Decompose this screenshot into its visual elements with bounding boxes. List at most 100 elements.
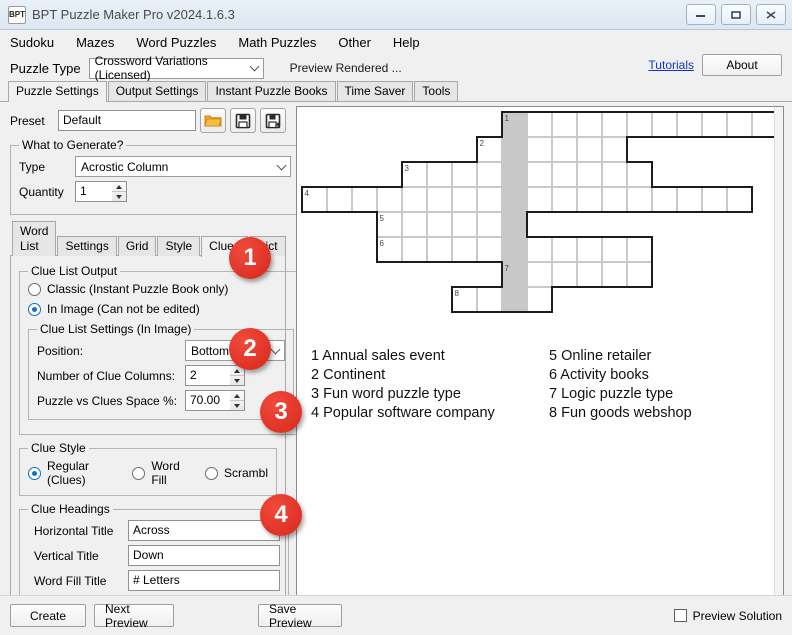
type-combo[interactable]: Acrostic Column bbox=[75, 156, 291, 177]
spin-down-icon[interactable] bbox=[230, 376, 244, 385]
crossword-cell[interactable] bbox=[527, 262, 552, 287]
menu-item-word-puzzles[interactable]: Word Puzzles bbox=[136, 35, 216, 50]
crossword-cell[interactable] bbox=[577, 262, 602, 287]
crossword-cell[interactable] bbox=[427, 162, 452, 187]
preview-solution-checkbox[interactable] bbox=[673, 609, 687, 622]
crossword-cell[interactable] bbox=[602, 187, 627, 212]
crossword-cell[interactable] bbox=[477, 287, 502, 312]
menu-item-other[interactable]: Other bbox=[338, 35, 371, 50]
crossword-cell[interactable] bbox=[552, 162, 577, 187]
crossword-cell[interactable] bbox=[677, 187, 702, 212]
puzzle-type-combo[interactable]: Crossword Variations (Licensed) bbox=[88, 54, 264, 82]
crossword-cell[interactable] bbox=[727, 112, 752, 137]
radio-scrambled[interactable]: Scrambl bbox=[204, 466, 268, 480]
subtab-word-list[interactable]: Word List bbox=[12, 221, 57, 256]
menu-item-sudoku[interactable]: Sudoku bbox=[10, 35, 54, 50]
subtab-grid[interactable]: Grid bbox=[117, 236, 157, 256]
crossword-cell[interactable] bbox=[452, 162, 477, 187]
crossword-cell[interactable] bbox=[327, 187, 352, 212]
crossword-cell[interactable] bbox=[652, 187, 677, 212]
crossword-cell[interactable] bbox=[602, 112, 627, 137]
crossword-cell[interactable] bbox=[452, 187, 477, 212]
radio-word-fill-icon[interactable] bbox=[132, 466, 146, 480]
crossword-cell[interactable] bbox=[727, 187, 752, 212]
clue-columns-stepper[interactable]: 2 bbox=[185, 365, 245, 386]
crossword-cell[interactable] bbox=[452, 212, 477, 237]
puzzle-preview-pane[interactable]: 1 2 3 4 5 6 7 8 1 Annual sales event 2 Continen… bbox=[296, 106, 784, 631]
tab-instant-puzzle-books[interactable]: Instant Puzzle Books bbox=[207, 81, 336, 101]
crossword-cell[interactable] bbox=[477, 237, 502, 262]
puzzle-clues-space-spin-arrows[interactable] bbox=[230, 390, 245, 411]
create-button[interactable]: Create bbox=[10, 604, 86, 627]
crossword-cell[interactable] bbox=[477, 212, 502, 237]
crossword-cell[interactable] bbox=[502, 187, 527, 212]
crossword-cell[interactable] bbox=[502, 137, 527, 162]
quantity-stepper[interactable]: 1 bbox=[75, 181, 127, 202]
radio-in-image-icon[interactable] bbox=[28, 302, 41, 316]
crossword-cell[interactable] bbox=[502, 237, 527, 262]
radio-regular-clues-icon[interactable] bbox=[28, 466, 41, 480]
menu-item-help[interactable]: Help bbox=[393, 35, 420, 50]
crossword-cell[interactable] bbox=[527, 237, 552, 262]
about-button[interactable]: About bbox=[702, 54, 782, 76]
tab-output-settings[interactable]: Output Settings bbox=[107, 81, 207, 101]
vertical-title-input[interactable]: Down bbox=[128, 545, 280, 566]
crossword-cell[interactable] bbox=[452, 237, 477, 262]
preview-solution-checkbox-row[interactable]: Preview Solution bbox=[673, 609, 782, 623]
crossword-cell[interactable] bbox=[502, 162, 527, 187]
save-as-icon[interactable] bbox=[260, 108, 286, 133]
radio-classic-icon[interactable] bbox=[28, 282, 41, 296]
save-icon[interactable] bbox=[230, 108, 256, 133]
crossword-cell[interactable] bbox=[652, 112, 677, 137]
spin-down-icon[interactable] bbox=[112, 192, 126, 201]
crossword-cell[interactable] bbox=[702, 112, 727, 137]
crossword-cell[interactable] bbox=[352, 187, 377, 212]
radio-classic[interactable]: Classic (Instant Puzzle Book only) bbox=[28, 282, 294, 296]
subtab-style[interactable]: Style bbox=[157, 236, 201, 256]
maximize-icon[interactable] bbox=[721, 4, 751, 25]
radio-in-image[interactable]: In Image (Can not be edited) bbox=[28, 302, 294, 316]
crossword-cell[interactable] bbox=[427, 187, 452, 212]
crossword-cell[interactable] bbox=[602, 137, 627, 162]
tab-tools[interactable]: Tools bbox=[414, 81, 459, 101]
puzzle-clues-space-stepper[interactable]: 70.00 bbox=[185, 390, 245, 411]
spin-up-icon[interactable] bbox=[230, 391, 244, 401]
crossword-cell[interactable] bbox=[577, 237, 602, 262]
crossword-cell[interactable] bbox=[402, 237, 427, 262]
crossword-cell[interactable] bbox=[602, 262, 627, 287]
radio-scrambled-icon[interactable] bbox=[204, 466, 218, 480]
crossword-cell[interactable] bbox=[552, 237, 577, 262]
crossword-cell[interactable] bbox=[527, 112, 552, 137]
crossword-cell[interactable] bbox=[402, 187, 427, 212]
minimize-icon[interactable] bbox=[686, 4, 716, 25]
spin-up-icon[interactable] bbox=[112, 182, 126, 192]
crossword-cell[interactable] bbox=[702, 187, 727, 212]
crossword-cell[interactable] bbox=[527, 287, 552, 312]
radio-word-fill[interactable]: Word Fill bbox=[132, 459, 189, 487]
crossword-cell[interactable] bbox=[502, 212, 527, 237]
crossword-cell[interactable] bbox=[577, 137, 602, 162]
crossword-cell[interactable] bbox=[427, 237, 452, 262]
crossword-cell[interactable] bbox=[602, 237, 627, 262]
close-icon[interactable] bbox=[756, 4, 786, 25]
next-preview-button[interactable]: Next Preview bbox=[94, 602, 174, 630]
crossword-cell[interactable] bbox=[527, 137, 552, 162]
crossword-cell[interactable] bbox=[677, 112, 702, 137]
spin-down-icon[interactable] bbox=[230, 401, 244, 410]
crossword-cell[interactable] bbox=[577, 162, 602, 187]
crossword-cell[interactable] bbox=[527, 162, 552, 187]
crossword-cell[interactable] bbox=[577, 187, 602, 212]
crossword-cell[interactable] bbox=[627, 262, 652, 287]
preset-input[interactable]: Default bbox=[58, 110, 196, 131]
tab-time-saver[interactable]: Time Saver bbox=[336, 81, 414, 101]
crossword-cell[interactable] bbox=[527, 187, 552, 212]
crossword-cell[interactable] bbox=[377, 187, 402, 212]
crossword-cell[interactable] bbox=[427, 212, 452, 237]
word-fill-title-input[interactable]: # Letters bbox=[128, 570, 280, 591]
crossword-cell[interactable] bbox=[552, 137, 577, 162]
tab-puzzle-settings[interactable]: Puzzle Settings bbox=[8, 81, 107, 102]
preview-scrollbar[interactable] bbox=[774, 107, 783, 630]
crossword-cell[interactable] bbox=[577, 112, 602, 137]
subtab-settings[interactable]: Settings bbox=[57, 236, 117, 256]
crossword-cell[interactable] bbox=[552, 112, 577, 137]
